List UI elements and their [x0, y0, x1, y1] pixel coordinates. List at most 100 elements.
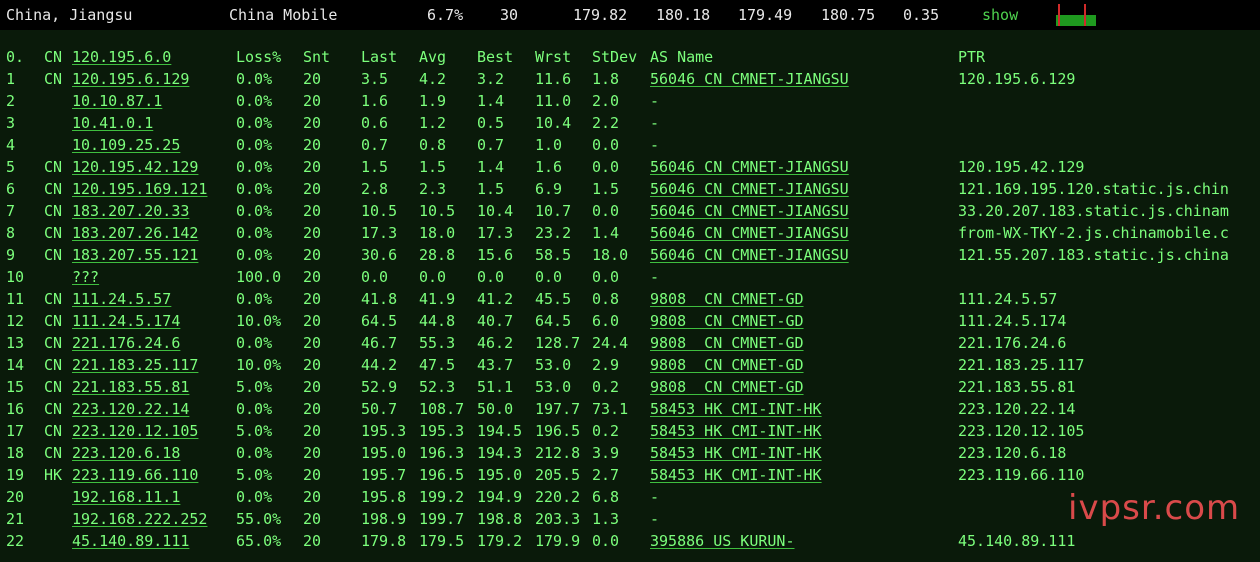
- cell-ptr: from-WX-TKY-2.js.chinamobile.c: [958, 224, 1229, 242]
- cell-ptr: 121.55.207.183.static.js.china: [958, 246, 1229, 264]
- header-avg: Avg: [419, 48, 447, 66]
- cell-wrst: 1.6: [535, 158, 563, 176]
- cell-host[interactable]: 223.120.22.14: [72, 398, 189, 420]
- cell-avg: 199.2: [419, 488, 465, 506]
- cell-stdev: 0.0: [592, 158, 620, 176]
- cell-loss: 0.0%: [236, 114, 273, 132]
- cell-best: 3.2: [477, 70, 505, 88]
- table-row: 16 CN 223.120.22.14 0.0% 20 50.7 108.7 50.0 197.…: [0, 398, 1260, 420]
- cell-host[interactable]: 120.195.42.129: [72, 156, 198, 178]
- cell-stdev: 2.7: [592, 466, 620, 484]
- cell-as[interactable]: 9808 CN CMNET-GD: [650, 310, 804, 332]
- cell-as[interactable]: 9808 CN CMNET-GD: [650, 376, 804, 398]
- cell-as[interactable]: 9808 CN CMNET-GD: [650, 332, 804, 354]
- cell-loss: 10.0%: [236, 312, 282, 330]
- cell-avg: 47.5: [419, 356, 456, 374]
- cell-snt: 20: [303, 158, 322, 176]
- table-row: 11 CN 111.24.5.57 0.0% 20 41.8 41.9 41.2 45.5 0.8…: [0, 288, 1260, 310]
- cell-as[interactable]: 56046 CN CMNET-JIANGSU: [650, 156, 849, 178]
- cell-as[interactable]: 56046 CN CMNET-JIANGSU: [650, 178, 849, 200]
- cell-stdev: 6.0: [592, 312, 620, 330]
- cell-as[interactable]: 56046 CN CMNET-JIANGSU: [650, 200, 849, 222]
- cell-host[interactable]: 111.24.5.174: [72, 310, 180, 332]
- cell-wrst: 58.5: [535, 246, 572, 264]
- cell-as[interactable]: 395886 US KURUN-: [650, 530, 795, 552]
- cell-as[interactable]: 58453 HK CMI-INT-HK: [650, 442, 822, 464]
- cell-host[interactable]: ???: [72, 266, 99, 288]
- cell-host[interactable]: 192.168.11.1: [72, 486, 180, 508]
- cell-as[interactable]: 58453 HK CMI-INT-HK: [650, 398, 822, 420]
- cell-as[interactable]: 58453 HK CMI-INT-HK: [650, 420, 822, 442]
- cell-host[interactable]: 221.183.25.117: [72, 354, 198, 376]
- cell-loss: 55.0%: [236, 510, 282, 528]
- watermark: ivpsr.com: [1068, 488, 1241, 528]
- cell-stdev: 73.1: [592, 400, 629, 418]
- cell-host[interactable]: 223.120.12.105: [72, 420, 198, 442]
- cell-last: 179.8: [361, 532, 407, 550]
- cell-hop: 20: [6, 488, 25, 506]
- cell-host[interactable]: 183.207.20.33: [72, 200, 189, 222]
- cell-avg: 199.7: [419, 510, 465, 528]
- cell-avg: 1.9: [419, 92, 447, 110]
- cell-ptr: 223.120.22.14: [958, 400, 1076, 418]
- cell-as[interactable]: 56046 CN CMNET-JIANGSU: [650, 244, 849, 266]
- cell-host[interactable]: 45.140.89.111: [72, 530, 189, 552]
- cell-host[interactable]: 120.195.6.129: [72, 68, 189, 90]
- cell-loss: 0.0%: [236, 70, 273, 88]
- show-link[interactable]: show: [982, 6, 1018, 24]
- table-row: 19 HK 223.119.66.110 5.0% 20 195.7 196.5 195.0 2…: [0, 464, 1260, 486]
- cell-last: 198.9: [361, 510, 407, 528]
- cell-stdev: 2.2: [592, 114, 620, 132]
- cell-host[interactable]: 10.41.0.1: [72, 112, 153, 134]
- cell-host[interactable]: 120.195.169.121: [72, 178, 207, 200]
- cell-snt: 20: [303, 334, 322, 352]
- cell-loss: 0.0%: [236, 444, 273, 462]
- cell-loss: 100.0: [236, 268, 282, 286]
- cell-wrst: 10.4: [535, 114, 572, 132]
- cell-snt: 20: [303, 268, 322, 286]
- cell-last: 0.0: [361, 268, 389, 286]
- cell-wrst: 203.3: [535, 510, 581, 528]
- cell-as[interactable]: 58453 HK CMI-INT-HK: [650, 464, 822, 486]
- cell-host[interactable]: 192.168.222.252: [72, 508, 207, 530]
- cell-wrst: 53.0: [535, 356, 572, 374]
- header-ptr: PTR: [958, 48, 986, 66]
- header-host[interactable]: 120.195.6.0: [72, 46, 171, 68]
- cell-best: 1.4: [477, 92, 505, 110]
- cell-host[interactable]: 223.119.66.110: [72, 464, 198, 486]
- table-row: 15 CN 221.183.55.81 5.0% 20 52.9 52.3 51.1 53.0 0…: [0, 376, 1260, 398]
- cell-best: 50.0: [477, 400, 514, 418]
- cell-wrst: 53.0: [535, 378, 572, 396]
- cell-as[interactable]: 9808 CN CMNET-GD: [650, 354, 804, 376]
- cell-as[interactable]: 56046 CN CMNET-JIANGSU: [650, 68, 849, 90]
- cell-host[interactable]: 221.183.55.81: [72, 376, 189, 398]
- cell-wrst: 197.7: [535, 400, 581, 418]
- cell-last: 1.6: [361, 92, 389, 110]
- cell-hop: 11: [6, 290, 25, 308]
- cell-host[interactable]: 10.10.87.1: [72, 90, 162, 112]
- cell-avg: 1.5: [419, 158, 447, 176]
- cell-snt: 20: [303, 444, 322, 462]
- cell-hop: 14: [6, 356, 25, 374]
- cell-cc: CN: [44, 70, 63, 88]
- cell-host[interactable]: 183.207.26.142: [72, 222, 198, 244]
- cell-last: 41.8: [361, 290, 398, 308]
- cell-host[interactable]: 183.207.55.121: [72, 244, 198, 266]
- summary-snt: 30: [500, 6, 519, 24]
- cell-loss: 0.0%: [236, 136, 273, 154]
- cell-host[interactable]: 10.109.25.25: [72, 134, 180, 156]
- cell-cc: CN: [44, 400, 63, 418]
- cell-host[interactable]: 111.24.5.57: [72, 288, 171, 310]
- cell-stdev: 0.8: [592, 290, 620, 308]
- cell-hop: 16: [6, 400, 25, 418]
- cell-as[interactable]: 9808 CN CMNET-GD: [650, 288, 804, 310]
- cell-host[interactable]: 221.176.24.6: [72, 332, 180, 354]
- cell-hop: 6: [6, 180, 16, 198]
- cell-as[interactable]: 56046 CN CMNET-JIANGSU: [650, 222, 849, 244]
- cell-hop: 2: [6, 92, 16, 110]
- cell-host[interactable]: 223.120.6.18: [72, 442, 180, 464]
- cell-wrst: 0.0: [535, 268, 563, 286]
- summary-stdev: 0.35: [903, 6, 940, 24]
- cell-snt: 20: [303, 378, 322, 396]
- cell-last: 195.8: [361, 488, 407, 506]
